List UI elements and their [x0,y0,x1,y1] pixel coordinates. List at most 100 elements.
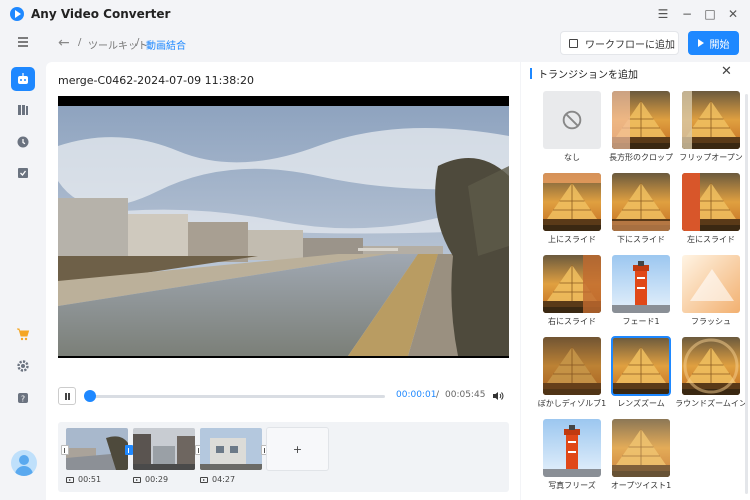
close-icon[interactable]: ✕ [721,64,732,79]
clip-duration: 00:29 [133,475,168,484]
cart-icon [17,328,30,341]
transition-label: 長方形のクロップ [609,153,673,162]
menu-icon[interactable]: ☰ [654,5,672,23]
clip-thumbnail [200,428,262,470]
video-icon [66,476,74,483]
sidebar-item-toolkit[interactable] [11,67,35,91]
clip-duration-text: 00:51 [78,475,102,484]
transition-tile[interactable] [543,419,601,477]
add-to-workflow-label: ワークフローに追加 [585,39,675,51]
svg-text:?: ? [21,395,25,404]
clip-duration-text: 00:29 [145,475,169,484]
transition-label: フリップオープン [679,153,743,162]
collapse-sidebar-icon[interactable] [11,30,35,54]
book-icon [18,105,28,115]
merge-panel: merge-C0462-2024-07-09 11:38:20 00:00:01… [46,62,520,500]
transition-tile[interactable] [682,255,740,313]
sidebar: ? [0,28,46,500]
transition-label: フラッシュ [691,317,731,326]
transition-panel-header: トランジションを追加 [530,66,638,81]
app-logo-icon [10,7,24,21]
video-preview[interactable] [58,96,509,358]
clip-thumbnail [133,428,195,470]
video-icon [200,476,208,483]
sidebar-item-settings[interactable] [11,354,35,378]
clip-duration: 04:27 [200,475,235,484]
sidebar-item-store[interactable] [11,322,35,346]
app-window: Any Video Converter ☰ − □ ✕ ? ← / ツールキット… [0,0,750,500]
clip-transition-handle[interactable] [125,445,133,455]
transition-label: 下にスライド [617,235,665,244]
title-bar: Any Video Converter [0,0,750,28]
add-clip-button[interactable]: + [266,427,329,471]
play-icon [697,39,704,47]
file-title: merge-C0462-2024-07-09 11:38:20 [58,74,255,87]
clip-duration-text: 04:27 [212,475,236,484]
transition-panel-title: トランジションを追加 [538,70,638,81]
back-arrow-icon[interactable]: ← [58,35,70,51]
transition-tile[interactable] [682,91,740,149]
timeline-clip[interactable] [66,428,128,470]
sidebar-item-tasks[interactable] [11,161,35,185]
header-accent [530,68,532,79]
add-to-workflow-button[interactable]: ワークフローに追加 [560,31,679,55]
start-button[interactable]: 開始 [688,31,739,55]
scrollbar[interactable] [745,94,748,494]
progress-track[interactable] [86,395,385,398]
breadcrumb-sep: / [78,37,82,48]
sidebar-item-library[interactable] [11,98,35,122]
transition-tile[interactable] [543,173,601,231]
video-frame [58,106,509,356]
prohibited-icon [562,110,582,130]
checklist-icon [18,168,28,178]
progress-knob[interactable] [83,390,96,402]
sidebar-item-history[interactable] [11,130,35,154]
transition-tile[interactable] [543,255,601,313]
transition-label: ぼかしディゾルブ1 [537,399,607,408]
maximize-icon[interactable]: □ [701,5,719,23]
transition-tile-none[interactable] [543,91,601,149]
start-label: 開始 [709,39,730,51]
current-time: 00:00:01 [396,390,437,400]
time-separator: / [436,390,440,400]
clip-transition-handle[interactable] [61,445,69,455]
transition-label: 右にスライド [548,317,596,326]
transition-label: 上にスライド [548,235,596,244]
transition-tile-selected[interactable] [611,336,671,396]
transition-label: 左にスライド [687,235,735,244]
transition-label: なし [564,153,580,162]
workflow-icon [569,38,578,48]
transition-tile[interactable] [543,337,601,395]
playback-controls: 00:00:01 / 00:05:45 [58,387,509,405]
timeline-clip[interactable] [200,428,262,470]
transition-tile[interactable] [612,255,670,313]
transition-tile[interactable] [612,91,670,149]
volume-icon[interactable] [492,390,504,402]
clip-duration: 00:51 [66,475,101,484]
avatar[interactable] [11,450,37,476]
total-time: 00:05:45 [445,390,486,400]
clip-timeline: + 00:51 00:29 04:27 [58,422,509,492]
transition-tile[interactable] [612,173,670,231]
timeline-clip[interactable] [133,428,195,470]
gear-icon [17,360,29,372]
transition-label: フェード1 [622,317,660,326]
transition-tile[interactable] [612,419,670,477]
close-window-icon[interactable]: ✕ [724,5,742,23]
transition-label: レンズズーム [617,399,665,408]
breadcrumb-current: 動画結合 [146,41,186,52]
transition-label: ラウンドズームイン [675,399,747,408]
help-icon: ? [18,393,28,404]
pause-button[interactable] [58,387,76,405]
transition-label: 写真フリーズ [548,481,596,490]
minimize-icon[interactable]: − [678,5,696,23]
app-title: Any Video Converter [31,7,171,21]
transition-tile[interactable] [682,337,740,395]
robot-icon [18,73,28,84]
video-icon [133,476,141,483]
transition-tile[interactable] [682,173,740,231]
clock-icon [17,136,29,148]
breadcrumb-sep: / [136,37,140,48]
sidebar-item-help[interactable]: ? [11,386,35,410]
clip-thumbnail [66,428,128,470]
